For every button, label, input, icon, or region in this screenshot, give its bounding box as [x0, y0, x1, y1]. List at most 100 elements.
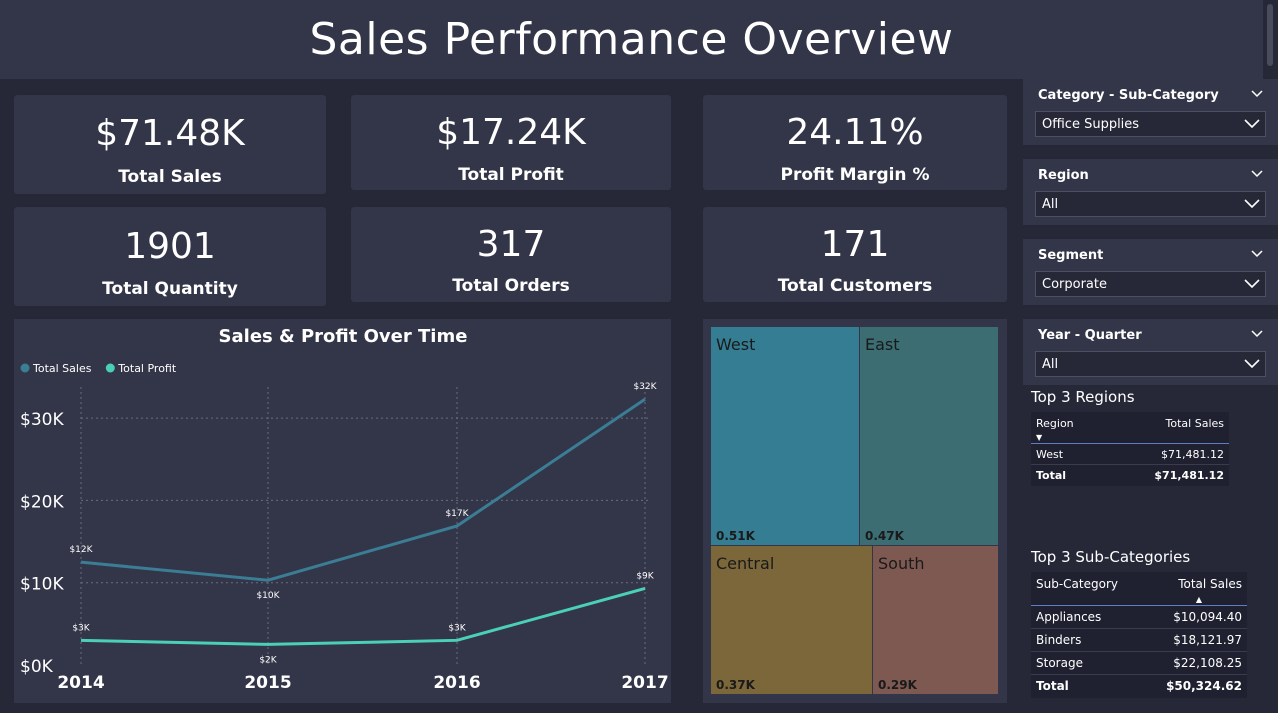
cell-total-label: Total [1036, 468, 1067, 482]
kpi-card-total-orders: 317 Total Orders [351, 207, 671, 302]
table-total-row: Total $50,324.62 [1031, 675, 1247, 698]
legend-marker[interactable] [20, 363, 30, 373]
data-label: $3K [72, 623, 90, 633]
slicer-region[interactable]: Region All [1023, 159, 1278, 225]
kpi-label: Total Orders [452, 276, 570, 296]
slicer-title: Category - Sub-Category [1038, 88, 1219, 103]
data-label: $32K [633, 382, 657, 392]
y-tick-label: $20K [20, 492, 64, 512]
table-row: Binders $18,121.97 [1031, 629, 1247, 652]
treemap-tile-value: 0.29K [878, 678, 918, 692]
series-line[interactable] [80, 587, 646, 646]
slicer-title: Segment [1038, 248, 1104, 263]
kpi-value: 317 [476, 224, 546, 265]
kpi-card-total-quantity: 1901 Total Quantity [14, 207, 326, 306]
kpi-label: Total Sales [118, 167, 222, 187]
data-label: $9K [636, 571, 654, 581]
column-header-sub-category[interactable]: Sub-Category [1031, 572, 1143, 606]
slicer-selected-value: All [1042, 197, 1059, 212]
slicer-category-subcategory[interactable]: Category - Sub-Category Office Supplies [1023, 79, 1278, 145]
kpi-value: 24.11% [786, 112, 924, 153]
scrollbar-thumb[interactable] [1267, 4, 1273, 66]
cell-sub-category: Appliances [1036, 610, 1102, 624]
page-header: Sales Performance Overview [0, 0, 1263, 79]
chevron-down-icon [1244, 199, 1260, 209]
kpi-value: 1901 [124, 226, 216, 267]
y-tick-label: $0K [20, 657, 54, 677]
chevron-down-icon[interactable] [1250, 327, 1264, 341]
legend-label[interactable]: Total Profit [117, 362, 177, 375]
legend-label[interactable]: Total Sales [32, 362, 92, 375]
kpi-value: $17.24K [436, 112, 586, 153]
cell-total-sales: $71,481.12 [1161, 447, 1224, 461]
cell-total-sales: $18,121.97 [1173, 633, 1242, 647]
chevron-down-icon [1244, 359, 1260, 369]
slicer-dropdown[interactable]: Corporate [1035, 271, 1266, 297]
chevron-down-icon [1244, 119, 1260, 129]
region-treemap-panel: West 0.51K East 0.47K Central 0.37K South 0.29K [703, 319, 1007, 703]
slicer-title: Year - Quarter [1038, 328, 1142, 343]
treemap-tile-label: Central [716, 554, 774, 573]
chevron-down-icon [1244, 279, 1260, 289]
chevron-down-icon[interactable] [1250, 167, 1264, 181]
cell-total-label: Total [1036, 679, 1069, 694]
chevron-down-icon[interactable] [1250, 87, 1264, 101]
data-label: $2K [259, 655, 277, 665]
treemap-tile-value: 0.51K [716, 529, 756, 543]
slicer-segment[interactable]: Segment Corporate [1023, 239, 1278, 305]
cell-total-value: $50,324.62 [1166, 679, 1242, 694]
treemap-tile-label: South [878, 554, 925, 573]
kpi-label: Total Profit [458, 165, 564, 185]
top-subcategories-title: Top 3 Sub-Categories [1031, 548, 1191, 566]
treemap-tile[interactable] [711, 327, 859, 545]
x-tick-label: 2014 [57, 673, 104, 693]
slicer-dropdown[interactable]: Office Supplies [1035, 111, 1266, 137]
sort-asc-icon: ▲ [1195, 595, 1202, 604]
x-tick-label: 2015 [244, 673, 291, 693]
treemap-tile-label: East [865, 335, 900, 354]
data-label: $10K [256, 591, 280, 601]
series-line[interactable] [80, 397, 646, 582]
slicer-year-quarter[interactable]: Year - Quarter All [1023, 319, 1278, 385]
kpi-label: Total Quantity [102, 279, 238, 299]
data-label: $12K [69, 545, 93, 555]
treemap-tile[interactable] [860, 327, 998, 545]
x-tick-label: 2016 [433, 673, 480, 693]
slicer-selected-value: Corporate [1042, 277, 1107, 292]
slicer-dropdown[interactable]: All [1035, 351, 1266, 377]
slicer-selected-value: Office Supplies [1042, 117, 1140, 132]
column-header-region[interactable]: Region ▼ [1031, 412, 1105, 444]
column-header-total-sales[interactable]: Total Sales [1105, 412, 1229, 444]
kpi-value: 171 [820, 224, 890, 265]
region-treemap[interactable]: West 0.51K East 0.47K Central 0.37K South 0.29K [703, 319, 1007, 703]
table-header-row: Sub-Category Total Sales ▲ [1031, 572, 1247, 606]
x-tick-label: 2017 [621, 673, 668, 693]
column-header-total-sales[interactable]: Total Sales ▲ [1143, 572, 1247, 606]
kpi-card-total-customers: 171 Total Customers [703, 207, 1007, 302]
chevron-down-icon[interactable] [1250, 247, 1264, 261]
top-regions-table: Region ▼ Total Sales West $71,481.12 Tota… [1031, 412, 1229, 486]
kpi-card-profit-margin: 24.11% Profit Margin % [703, 95, 1007, 190]
table-row: West $71,481.12 [1031, 444, 1229, 465]
kpi-card-total-sales: $71.48K Total Sales [14, 95, 326, 194]
cell-region: West [1036, 447, 1064, 461]
cell-total-sales: $10,094.40 [1173, 610, 1242, 624]
line-chart-panel: Sales & Profit Over Time Total Sales Tota… [14, 319, 671, 703]
page-title: Sales Performance Overview [309, 14, 954, 65]
sort-desc-icon: ▼ [1036, 433, 1043, 442]
top-subcategories-table: Sub-Category Total Sales ▲ Appliances $10… [1031, 572, 1247, 698]
kpi-label: Profit Margin % [780, 165, 930, 185]
cell-sub-category: Storage [1036, 656, 1083, 670]
treemap-tile-value: 0.47K [865, 529, 905, 543]
y-tick-label: $10K [20, 575, 64, 595]
treemap-tile-label: West [716, 335, 755, 354]
table-header-row: Region ▼ Total Sales [1031, 412, 1229, 444]
sales-profit-line-chart[interactable]: Sales & Profit Over Time Total Sales Tota… [14, 319, 671, 703]
cell-sub-category: Binders [1036, 633, 1082, 647]
kpi-card-total-profit: $17.24K Total Profit [351, 95, 671, 190]
slicer-selected-value: All [1042, 357, 1059, 372]
slicer-dropdown[interactable]: All [1035, 191, 1266, 217]
slicer-title: Region [1038, 168, 1089, 183]
table-total-row: Total $71,481.12 [1031, 465, 1229, 486]
legend-marker[interactable] [105, 363, 115, 373]
